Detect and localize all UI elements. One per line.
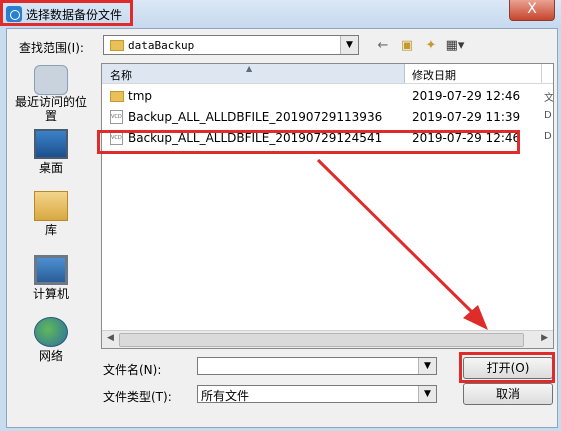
folder-icon — [110, 91, 124, 102]
sort-ascending-icon: ▲ — [246, 64, 253, 73]
sidebar-item-label: 最近访问的位置 — [14, 95, 87, 123]
filetype-label: 文件类型(T): — [103, 390, 172, 404]
list-item[interactable]: Backup_ALL_ALLDBFILE_20190729113936 2019… — [102, 107, 552, 127]
library-icon — [34, 191, 68, 221]
close-button[interactable]: X — [509, 0, 555, 21]
open-highlight-box — [459, 352, 555, 383]
cancel-button[interactable]: 取消 — [463, 383, 553, 405]
file-type-cell: D — [544, 110, 552, 121]
file-dialog: 查找范围(I): dataBackup ▼ ← ▣ ✦ ▦▾ 最近访问的位置 桌… — [6, 28, 558, 428]
file-date: 2019-07-29 11:39 — [412, 110, 521, 124]
computer-icon — [34, 255, 68, 285]
recent-places-icon — [34, 65, 68, 95]
title-highlight-box — [0, 0, 133, 26]
file-type-cell: D — [544, 131, 552, 142]
sidebar-item-recent[interactable]: 最近访问的位置 — [7, 65, 95, 123]
look-in-dropdown[interactable]: dataBackup ▼ — [103, 35, 359, 55]
horizontal-scrollbar[interactable]: ◀ ▶ — [102, 330, 553, 348]
file-type-cell: 文 — [544, 93, 554, 104]
column-header-date[interactable]: 修改日期 — [406, 64, 542, 83]
desktop-icon — [34, 129, 68, 159]
sidebar-item-network[interactable]: 网络 — [7, 317, 95, 364]
column-header: ▲ 名称 修改日期 — [102, 64, 553, 84]
scroll-right-icon[interactable]: ▶ — [541, 333, 548, 343]
sidebar-item-label: 计算机 — [32, 287, 69, 301]
sidebar-item-computer[interactable]: 计算机 — [7, 255, 95, 302]
sidebar-item-library[interactable]: 库 — [7, 191, 95, 238]
new-folder-icon[interactable]: ✦ — [421, 37, 441, 55]
places-sidebar: 最近访问的位置 桌面 库 计算机 网络 — [7, 61, 95, 396]
list-item[interactable]: tmp 2019-07-29 12:46 文 — [102, 86, 553, 106]
network-icon — [34, 317, 68, 347]
chevron-down-icon[interactable]: ▼ — [418, 358, 436, 374]
folder-icon — [110, 40, 124, 51]
selected-file-highlight-box — [97, 130, 520, 154]
look-in-value: dataBackup — [128, 39, 195, 52]
sidebar-item-desktop[interactable]: 桌面 — [7, 129, 95, 176]
title-bar: 选择数据备份文件 X — [0, 0, 561, 28]
sidebar-item-label: 网络 — [38, 349, 63, 363]
filetype-select[interactable]: 所有文件 ▼ — [197, 385, 437, 403]
up-folder-icon[interactable]: ▣ — [397, 37, 417, 55]
filename-input[interactable]: ▼ — [197, 357, 437, 375]
file-name: tmp — [128, 89, 153, 103]
chevron-down-icon[interactable]: ▼ — [340, 36, 358, 54]
scroll-left-icon[interactable]: ◀ — [107, 333, 114, 343]
file-name: Backup_ALL_ALLDBFILE_20190729113936 — [128, 110, 383, 124]
filename-label: 文件名(N): — [103, 363, 162, 377]
file-date: 2019-07-29 12:46 — [412, 89, 521, 103]
scrollbar-thumb[interactable] — [119, 333, 524, 347]
file-icon — [110, 110, 123, 124]
sidebar-item-label: 桌面 — [38, 161, 63, 175]
file-list[interactable]: ▲ 名称 修改日期 tmp 2019-07-29 12:46 文 Backup_… — [101, 63, 554, 349]
view-menu-icon[interactable]: ▦▾ — [445, 37, 465, 55]
chevron-down-icon[interactable]: ▼ — [418, 386, 436, 402]
sidebar-item-label: 库 — [44, 223, 57, 237]
column-header-name[interactable]: ▲ 名称 — [102, 64, 405, 83]
back-arrow-icon[interactable]: ← — [373, 37, 393, 55]
look-in-label: 查找范围(I): — [19, 41, 84, 55]
